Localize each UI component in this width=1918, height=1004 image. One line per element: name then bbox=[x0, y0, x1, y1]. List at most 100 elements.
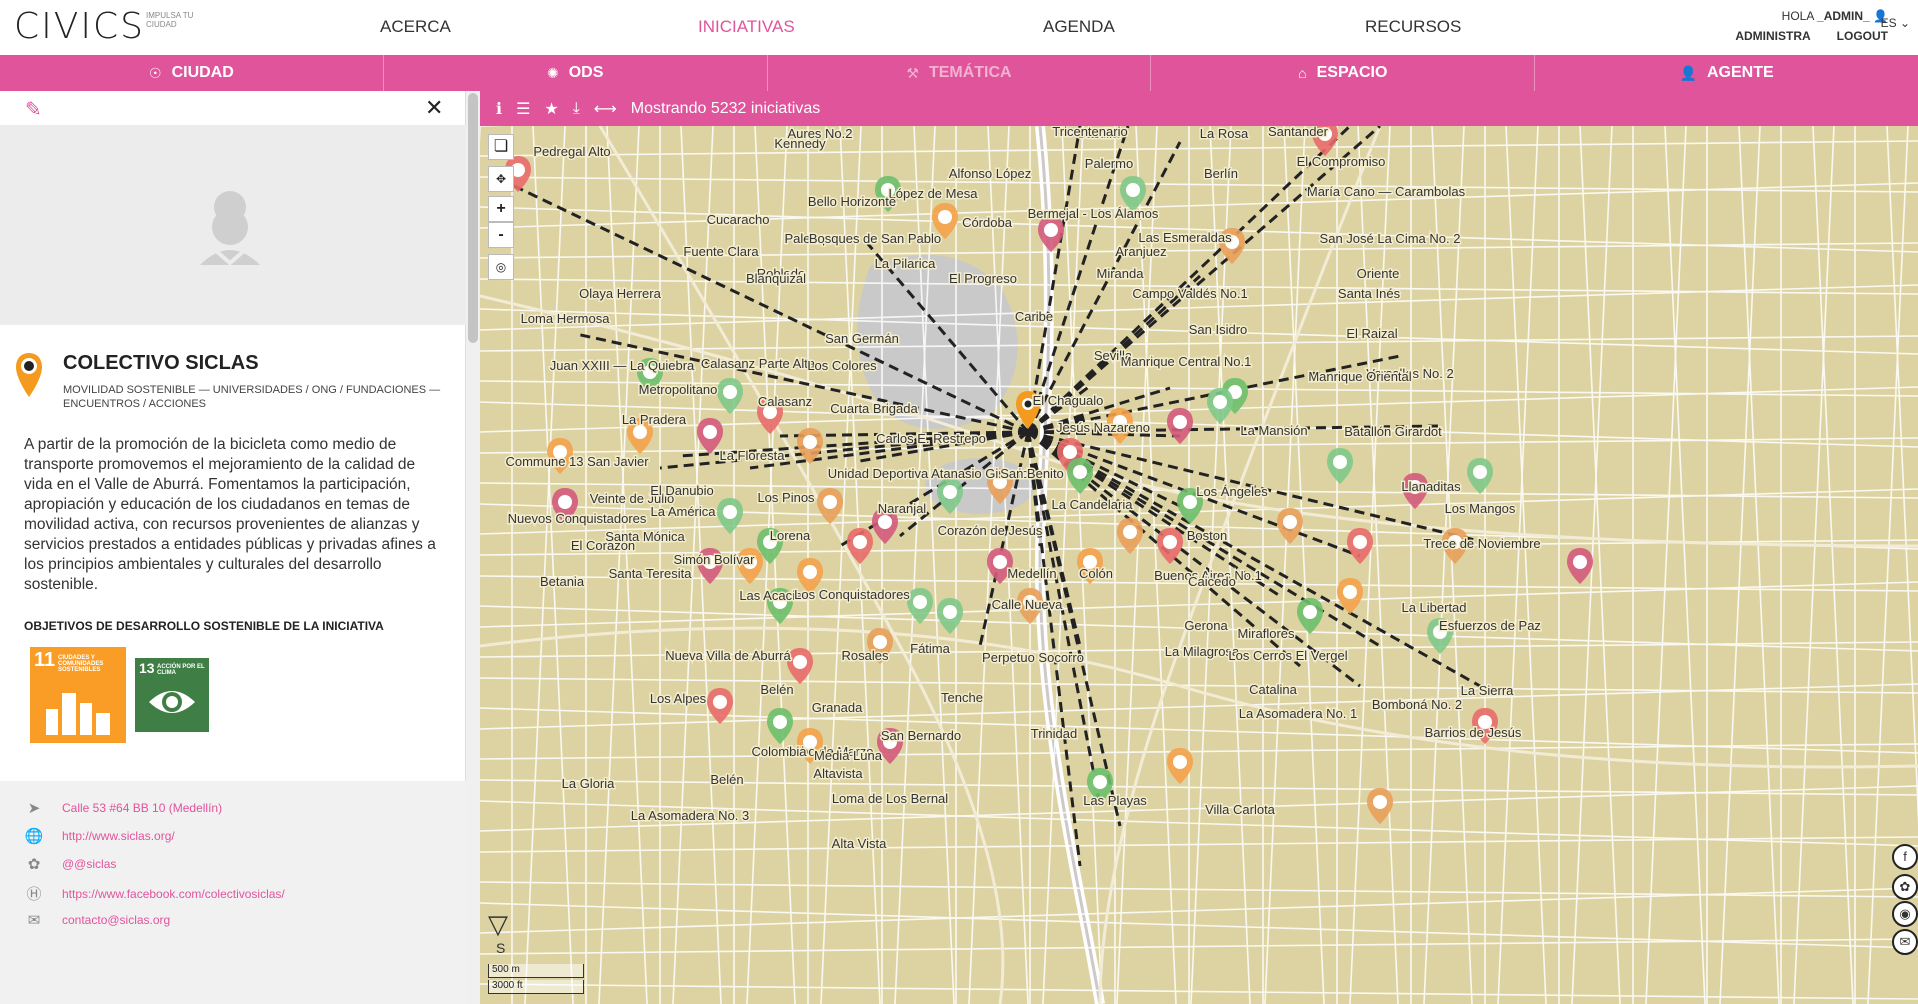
ods-11-badge[interactable]: 11 CIUDADES Y COMUNIDADES SOSTENIBLES bbox=[30, 647, 126, 743]
map-canvas[interactable]: Pedregal Alto Kennedy Aures No.2 Castilla Tr… bbox=[480, 126, 1918, 1004]
admin-link[interactable]: ADMINISTRA bbox=[1735, 29, 1810, 43]
top-navbar: CIVICS IMPULSA TU CIUDAD ACERCA INICIATI… bbox=[0, 0, 1918, 55]
map-label: Bello Horizonte bbox=[808, 194, 896, 209]
envelope-icon: ✉ bbox=[27, 912, 41, 929]
map-label: Córdoba bbox=[962, 215, 1013, 230]
initiative-marker[interactable] bbox=[1277, 508, 1303, 544]
map-label: Trece de Noviembre bbox=[1423, 536, 1540, 551]
close-icon[interactable]: ✕ bbox=[425, 95, 443, 121]
share-icon[interactable]: ⟷ bbox=[594, 99, 617, 119]
map-label: Gerona bbox=[1184, 618, 1228, 633]
map-label: Catalina bbox=[1249, 682, 1297, 697]
initiative-marker[interactable] bbox=[937, 598, 963, 634]
map-label: Calasanz Parte Alta bbox=[701, 356, 816, 371]
fullscreen-button[interactable]: ✥ bbox=[488, 166, 514, 192]
facebook-share-icon[interactable]: f bbox=[1892, 844, 1918, 870]
map-label: Juan XXIII — La Quiebra bbox=[550, 358, 695, 373]
initiative-marker[interactable] bbox=[767, 708, 793, 744]
initiative-marker[interactable] bbox=[717, 498, 743, 534]
map-label: Esfuerzos de Paz bbox=[1439, 618, 1541, 633]
map-label: Colón bbox=[1079, 566, 1113, 581]
initiative-marker[interactable] bbox=[907, 588, 933, 624]
initiative-marker[interactable] bbox=[1207, 388, 1233, 424]
nav-agenda[interactable]: AGENDA bbox=[1043, 17, 1115, 37]
contact-website[interactable]: 🌐 http://www.siclas.org/ bbox=[24, 827, 175, 845]
map-label: Tricentenario bbox=[1052, 126, 1127, 139]
filter-espacio[interactable]: ⌂ ESPACIO bbox=[1151, 55, 1536, 91]
map-label: Bomboná No. 2 bbox=[1372, 697, 1462, 712]
panel-scrollbar[interactable] bbox=[466, 91, 480, 1004]
initiative-marker[interactable] bbox=[1567, 548, 1593, 584]
list-icon[interactable]: ☰ bbox=[516, 99, 530, 119]
map-label: Barrios de Jesús bbox=[1425, 725, 1522, 740]
map-label: Jesús Nazareno bbox=[1056, 420, 1150, 435]
map-label: El Compromiso bbox=[1297, 154, 1386, 169]
eye-globe-icon bbox=[149, 691, 195, 713]
filter-tematica[interactable]: ⚒ TEMÁTICA bbox=[768, 55, 1152, 91]
map-label: López de Mesa bbox=[889, 186, 979, 201]
filter-ciudad[interactable]: ☉ CIUDAD bbox=[0, 55, 384, 91]
initiative-marker[interactable] bbox=[707, 688, 733, 724]
initiative-marker[interactable] bbox=[1347, 528, 1373, 564]
contact-address[interactable]: ➤ Calle 53 #64 BB 10 (Medellín) bbox=[24, 799, 222, 817]
map-label: La Gloria bbox=[562, 776, 616, 791]
initiative-marker[interactable] bbox=[717, 378, 743, 414]
zoom-out-button[interactable]: - bbox=[488, 222, 514, 248]
map-label: Calle Nueva bbox=[992, 597, 1064, 612]
map-label: Los Alpes bbox=[650, 691, 707, 706]
map-label: San Germán bbox=[825, 331, 899, 346]
github-icon[interactable]: ◉ bbox=[1892, 901, 1918, 927]
initiative-marker[interactable] bbox=[1157, 528, 1183, 564]
map-label: Belén bbox=[760, 682, 793, 697]
map-label: Tenche bbox=[941, 690, 983, 705]
download-icon[interactable]: ⤓ bbox=[573, 100, 580, 118]
twitter-icon: ✿ bbox=[27, 856, 41, 873]
mail-share-icon[interactable]: ✉ bbox=[1892, 929, 1918, 955]
ods-13-badge[interactable]: 13 ACCIÓN POR EL CLIMA bbox=[135, 658, 209, 732]
info-icon[interactable]: ℹ bbox=[496, 99, 502, 119]
map-label: Alta Vista bbox=[832, 836, 887, 851]
person-icon: 👤 bbox=[1679, 64, 1697, 81]
star-icon[interactable]: ★ bbox=[544, 99, 558, 119]
pencil-icon[interactable]: ✎ bbox=[25, 97, 42, 122]
filter-agente[interactable]: 👤 AGENTE bbox=[1535, 55, 1918, 91]
map-label: Aranjuez bbox=[1115, 244, 1166, 259]
contact-twitter[interactable]: ✿ @@siclas bbox=[24, 855, 117, 873]
map-label: Naranjal bbox=[878, 501, 927, 516]
map-label: La Rosa bbox=[1200, 126, 1249, 141]
map-toolbar: ℹ ☰ ★ ⤓ ⟷ Mostrando 5232 iniciativas bbox=[480, 91, 1918, 126]
map-label: El Chagualo bbox=[1033, 393, 1104, 408]
map-label: Cuarta Brigada bbox=[830, 401, 918, 416]
language-selector[interactable]: ES ⌄ bbox=[1881, 16, 1910, 30]
contact-facebook[interactable]: Ⓗhttps://www.facebook.com/colectivosicla… bbox=[24, 883, 284, 904]
map-label: El Danubio bbox=[650, 483, 714, 498]
filter-ods[interactable]: ✺ ODS bbox=[384, 55, 768, 91]
twitter-share-icon[interactable]: ✿ bbox=[1892, 874, 1918, 900]
avatar-icon bbox=[200, 191, 260, 266]
globe-icon: 🌐 bbox=[24, 828, 44, 845]
map-label: La Floresta bbox=[719, 448, 785, 463]
map-label: Miranda bbox=[1097, 266, 1145, 281]
initiative-marker[interactable] bbox=[1297, 598, 1323, 634]
civics-logo[interactable]: CIVICS bbox=[14, 6, 145, 47]
logout-link[interactable]: LOGOUT bbox=[1837, 29, 1888, 43]
layers-button[interactable]: ❏ bbox=[488, 134, 514, 160]
locate-button[interactable]: ◎ bbox=[488, 254, 514, 280]
contact-email[interactable]: ✉ contacto@siclas.org bbox=[24, 911, 171, 929]
map-label: Loma Hermosa bbox=[521, 311, 611, 326]
nav-recursos[interactable]: RECURSOS bbox=[1365, 17, 1461, 37]
map-label: Las Playas bbox=[1083, 793, 1147, 808]
nav-iniciativas[interactable]: INICIATIVAS bbox=[698, 17, 795, 37]
initiative-marker[interactable] bbox=[787, 648, 813, 684]
initiative-marker[interactable] bbox=[817, 488, 843, 524]
nav-acerca[interactable]: ACERCA bbox=[380, 17, 451, 37]
initiative-marker[interactable] bbox=[1467, 458, 1493, 494]
initiative-marker[interactable] bbox=[1327, 448, 1353, 484]
map-label: San Benito bbox=[1000, 466, 1064, 481]
map-label: Altavista bbox=[813, 766, 863, 781]
initiative-marker[interactable] bbox=[1038, 216, 1064, 252]
map-label: San José La Cima No. 2 bbox=[1320, 231, 1461, 246]
user-name[interactable]: _ADMIN_ bbox=[1817, 9, 1870, 23]
zoom-in-button[interactable]: + bbox=[488, 196, 514, 222]
map-label: Manrique Oriental bbox=[1308, 369, 1411, 384]
